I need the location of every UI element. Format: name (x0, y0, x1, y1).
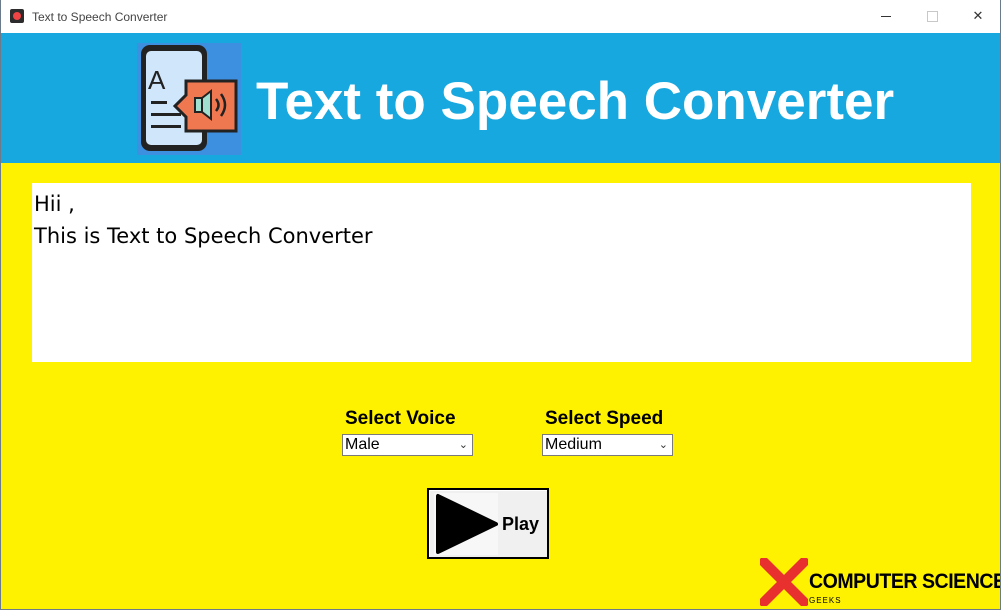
voice-label: Select Voice (345, 408, 456, 429)
speed-select-value: Medium (545, 436, 602, 453)
page-title: Text to Speech Converter (256, 72, 895, 131)
play-label: Play (502, 514, 540, 534)
speed-select[interactable]: Medium ⌄ (542, 434, 673, 456)
speed-label: Select Speed (545, 408, 664, 429)
close-button[interactable]: ✕ (955, 0, 1000, 33)
play-icon (434, 493, 498, 555)
play-button[interactable]: Play (427, 488, 549, 559)
chevron-down-icon: ⌄ (458, 438, 468, 451)
text-input-area[interactable]: Hii , This is Text to Speech Converter (32, 183, 971, 362)
minimize-icon (881, 16, 891, 17)
phone-speaker-icon: A (137, 43, 241, 155)
chevron-down-icon: ⌄ (658, 438, 668, 451)
voice-select-value: Male (345, 436, 380, 453)
close-icon: ✕ (972, 9, 984, 24)
voice-select[interactable]: Male ⌄ (342, 434, 473, 456)
brand-subtitle: GEEKS (809, 596, 842, 605)
brand-logo: COMPUTER SCIENCE GEEKS (760, 556, 1000, 608)
x-mark-icon (760, 558, 808, 606)
svg-text:A: A (148, 65, 166, 95)
minimize-button[interactable] (863, 0, 909, 33)
app-window: Text to Speech Converter ✕ A Text to Spe… (0, 0, 1001, 610)
maximize-button[interactable] (909, 0, 955, 33)
title-bar[interactable]: Text to Speech Converter ✕ (1, 0, 1000, 33)
header-banner: A Text to Speech Converter (1, 33, 1000, 163)
app-icon (10, 9, 24, 23)
window-title: Text to Speech Converter (32, 10, 168, 24)
brand-name: COMPUTER SCIENCE (809, 570, 1001, 593)
maximize-icon (926, 11, 938, 22)
main-panel: Hii , This is Text to Speech Converter S… (1, 163, 1000, 609)
